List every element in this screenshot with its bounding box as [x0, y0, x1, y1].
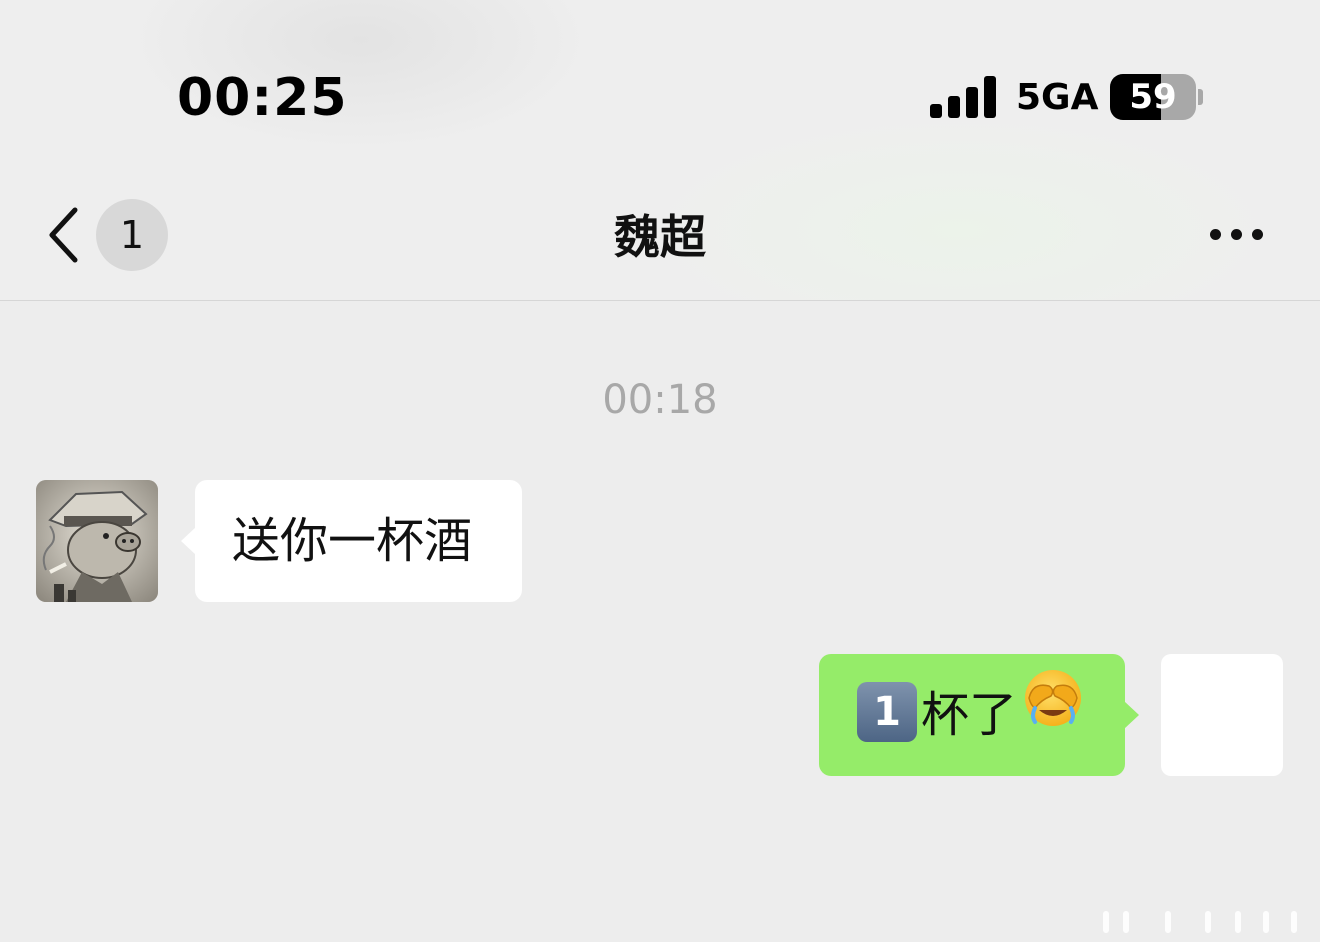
header-area: 00:25 5GA 59 1 魏超 — [0, 0, 1320, 301]
network-type: 5GA — [1016, 77, 1099, 118]
contact-avatar[interactable] — [36, 480, 158, 602]
keycap-digit-emoji: 1 — [857, 682, 917, 742]
received-message-bubble[interactable]: 送你一杯酒 — [181, 480, 522, 602]
back-button[interactable] — [44, 206, 84, 264]
face-covering-eyes-crying-emoji — [1023, 651, 1083, 773]
chat-title: 魏超 — [614, 210, 706, 264]
message-text: 送你一杯酒 — [232, 513, 473, 569]
unread-count-badge[interactable]: 1 — [96, 199, 168, 271]
cellular-signal-icon — [930, 76, 996, 118]
watermark-logo — [1103, 911, 1297, 933]
chevron-left-icon — [49, 207, 78, 263]
my-avatar[interactable] — [1161, 654, 1283, 776]
battery-tip — [1198, 89, 1203, 105]
more-dots-icon — [1210, 229, 1221, 240]
pig-gangster-avatar-image — [36, 480, 158, 602]
message-text: 杯了 — [921, 687, 1018, 743]
message-timestamp: 00:18 — [602, 377, 718, 423]
sent-message-bubble[interactable]: 1 杯了 — [819, 651, 1139, 776]
more-button[interactable] — [1200, 222, 1274, 248]
status-time: 00:25 — [177, 68, 348, 128]
battery-level: 59 — [1129, 77, 1177, 117]
battery-icon: 59 — [1110, 74, 1196, 120]
